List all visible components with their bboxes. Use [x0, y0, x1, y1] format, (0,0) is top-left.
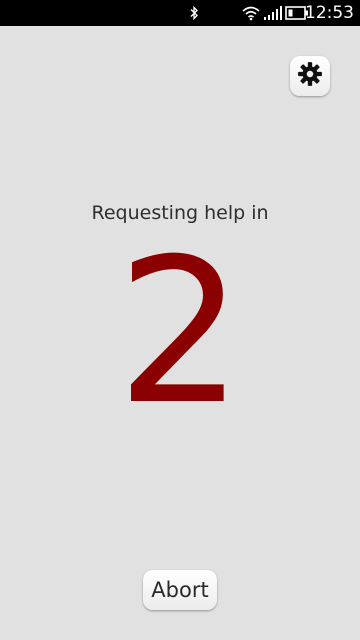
gear-icon: [297, 61, 323, 91]
settings-button[interactable]: [290, 56, 330, 96]
status-time: 12:53: [305, 3, 354, 23]
status-bar: 12:53: [0, 0, 360, 26]
abort-button[interactable]: Abort: [143, 570, 217, 610]
bluetooth-icon: [186, 0, 202, 26]
wifi-icon: [240, 0, 262, 26]
countdown-number: 2: [116, 216, 244, 449]
signal-icon: [262, 0, 284, 26]
